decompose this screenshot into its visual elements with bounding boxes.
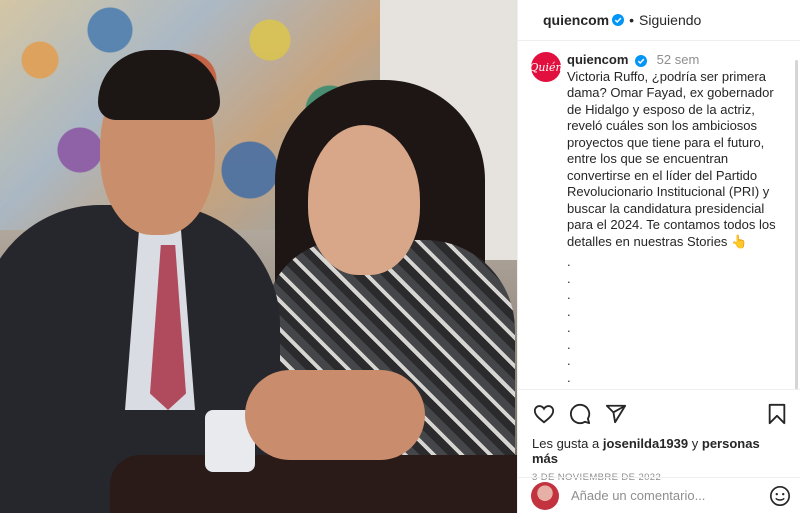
likes-connector: y bbox=[691, 436, 699, 451]
caption-block: quiencom 52 sem Victoria Ruffo, ¿podría … bbox=[567, 52, 791, 386]
caption-dot: . bbox=[567, 320, 571, 335]
caption-dot: . bbox=[567, 270, 571, 286]
comment-bubble-icon[interactable] bbox=[568, 402, 592, 426]
post-header: quiencom • Siguiendo bbox=[518, 0, 800, 40]
smiley-icon[interactable] bbox=[769, 485, 791, 507]
caption-scrollbar[interactable] bbox=[795, 60, 798, 390]
caption-dot: . bbox=[567, 254, 571, 269]
action-icons-row bbox=[532, 402, 789, 426]
heart-icon[interactable] bbox=[532, 402, 556, 426]
header-username[interactable]: quiencom bbox=[543, 12, 609, 28]
woman-face bbox=[308, 125, 420, 275]
table bbox=[110, 455, 517, 513]
caption-dot: . bbox=[567, 303, 571, 319]
caption-dot: . bbox=[567, 336, 571, 352]
add-comment-bar bbox=[518, 477, 800, 513]
avatar-logo-text: Quién bbox=[529, 60, 563, 74]
clasped-hands bbox=[245, 370, 425, 460]
header-separator: • bbox=[629, 12, 635, 28]
caption-username[interactable]: quiencom bbox=[567, 52, 628, 67]
likes-user-link[interactable]: josenilda1939 bbox=[603, 436, 688, 451]
verified-badge-icon bbox=[635, 54, 648, 67]
author-avatar[interactable]: Quién bbox=[529, 52, 563, 82]
likes-prefix: Les gusta a bbox=[532, 436, 600, 451]
likes-summary: Les gusta a josenilda1939 y personas más bbox=[532, 436, 789, 466]
caption-dot: . bbox=[567, 287, 571, 302]
post-photo[interactable] bbox=[0, 0, 517, 513]
current-user-avatar bbox=[531, 481, 559, 510]
comment-input[interactable] bbox=[571, 488, 769, 503]
caption-text: Victoria Ruffo, ¿podría ser primera dama… bbox=[567, 68, 776, 249]
caption-dot: . bbox=[567, 353, 571, 368]
paper-plane-icon[interactable] bbox=[604, 402, 628, 426]
caption-dot: . bbox=[567, 369, 571, 385]
post-actions: Les gusta a josenilda1939 y personas más… bbox=[518, 389, 800, 483]
post-side-panel: quiencom • Siguiendo Quién quiencom 52 s… bbox=[517, 0, 800, 513]
caption-dots: . . . . . . . . bbox=[567, 254, 791, 386]
caption-area: Quién quiencom 52 sem Victoria Ruffo, ¿p… bbox=[518, 41, 800, 389]
verified-badge-icon bbox=[612, 14, 625, 26]
following-button[interactable]: Siguiendo bbox=[639, 12, 701, 28]
bookmark-icon[interactable] bbox=[765, 402, 789, 426]
post-time[interactable]: 52 sem bbox=[657, 52, 700, 67]
